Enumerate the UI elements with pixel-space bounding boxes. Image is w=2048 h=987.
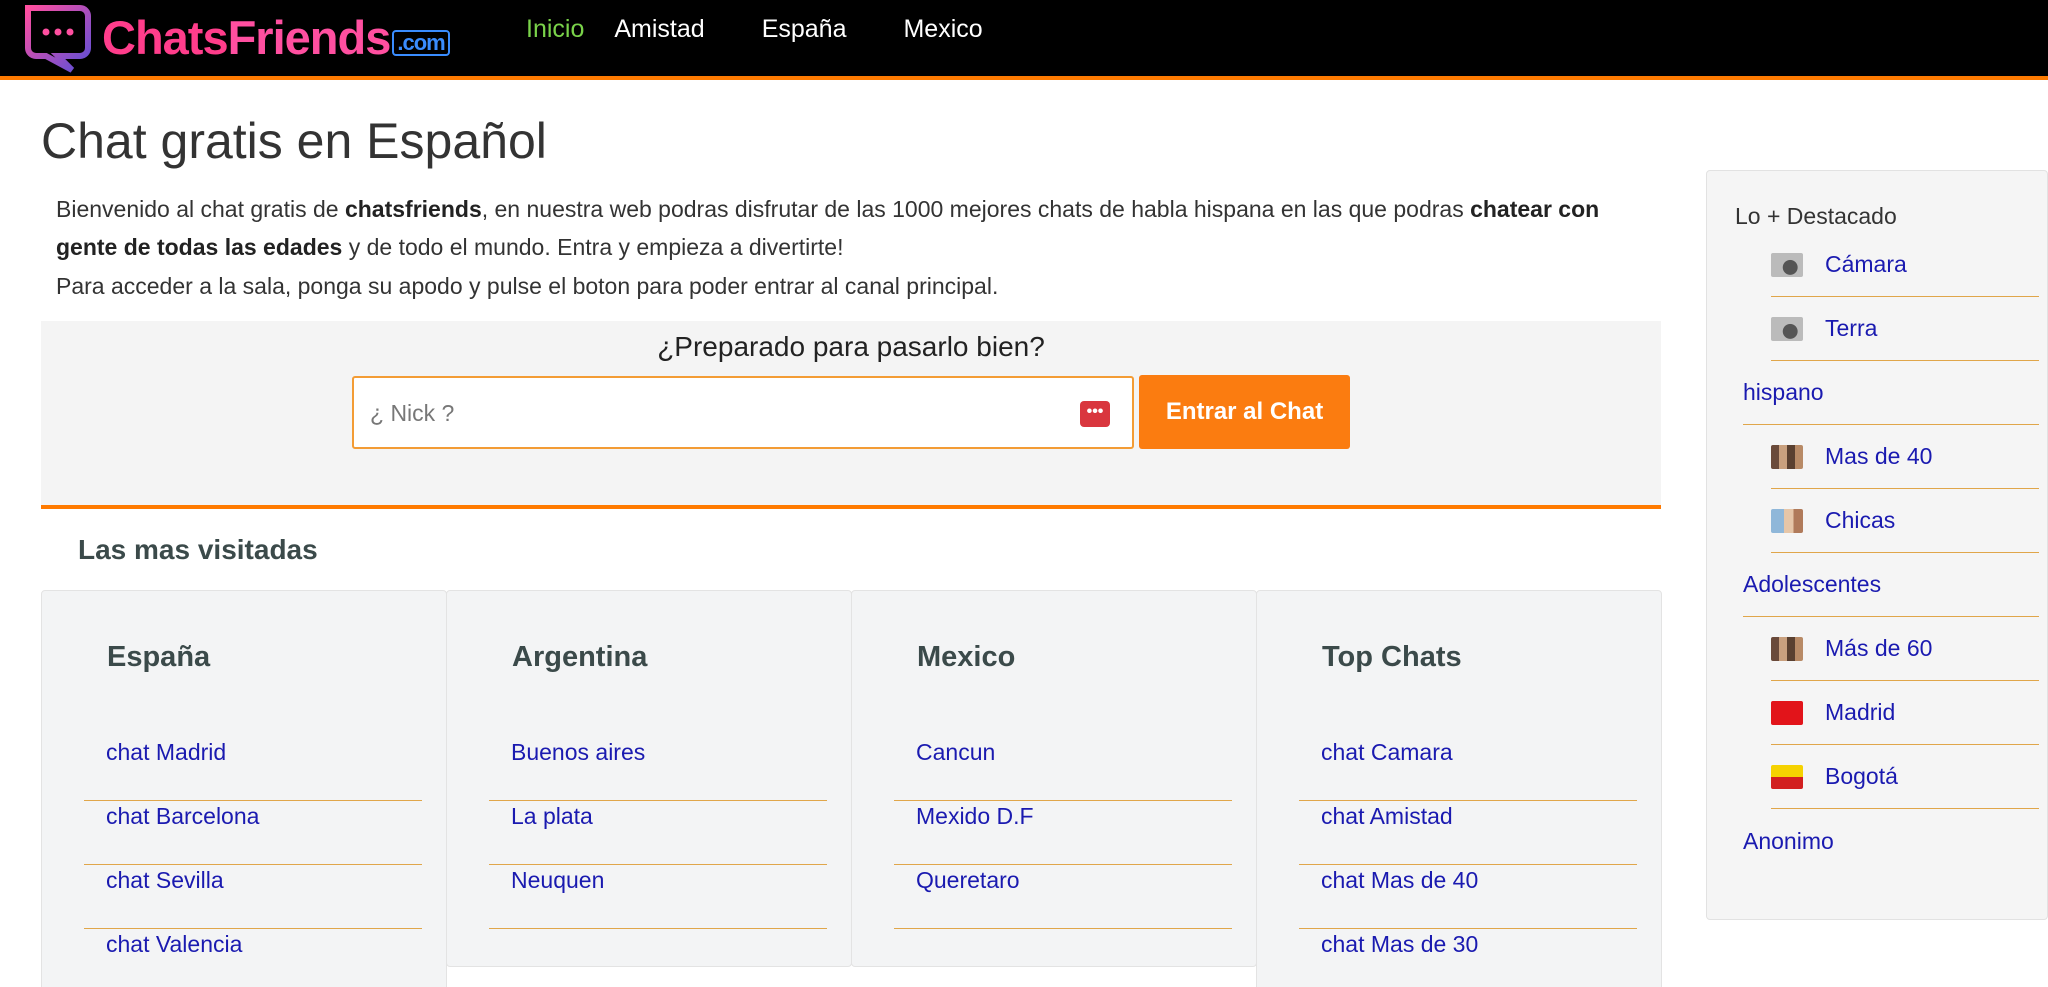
most-visited-title: Las mas visitadas: [78, 534, 318, 565]
chat-link[interactable]: La plata: [489, 801, 827, 831]
list-item: chat Sevilla: [84, 865, 422, 929]
chat-login-title: ¿Preparado para pasarlo bien?: [657, 331, 1045, 362]
chat-link[interactable]: chat Mas de 30: [1299, 929, 1637, 959]
people-icon: [1771, 444, 1803, 469]
chat-login-box: ¿Preparado para pasarlo bien? ¿ Nick ? •…: [41, 321, 1661, 509]
sidebar-item-mas-de-60: Más de 60: [1771, 617, 2039, 681]
intro-bold-1: chatsfriends: [344, 196, 482, 222]
sidebar-item-anonimo: Anonimo: [1743, 809, 2039, 873]
sidebar-item-label: Chicas: [1825, 507, 1896, 533]
sidebar-link[interactable]: Bogotá: [1771, 763, 1898, 790]
sidebar-item-label: Mas de 40: [1825, 443, 1933, 469]
card-argentina: Argentina Buenos aires La plata Neuquen: [446, 590, 852, 967]
girls-icon: [1771, 508, 1803, 533]
most-visited-cards: España chat Madrid chat Barcelona chat S…: [41, 590, 1662, 987]
list-item: chat Barcelona: [84, 801, 422, 865]
sidebar-link[interactable]: Más de 60: [1771, 635, 1932, 662]
chat-link[interactable]: Mexido D.F: [894, 801, 1232, 831]
card-mexico: Mexico Cancun Mexido D.F Queretaro: [851, 590, 1257, 967]
list-item: chat Amistad: [1299, 801, 1637, 865]
page-title: Chat gratis en Español: [41, 113, 547, 169]
sidebar-item-label: Madrid: [1825, 699, 1896, 725]
sidebar-item-bogota: Bogotá: [1771, 745, 2039, 809]
chat-link[interactable]: chat Madrid: [84, 737, 422, 767]
sidebar-item-label: Cámara: [1825, 251, 1907, 277]
password-manager-icon[interactable]: •••: [1080, 401, 1110, 427]
sidebar-item-camara: Cámara: [1771, 233, 2039, 297]
chat-link[interactable]: chat Amistad: [1299, 801, 1637, 831]
chat-link[interactable]: chat Camara: [1299, 737, 1637, 767]
chat-link[interactable]: Neuquen: [489, 865, 827, 895]
nav-amistad[interactable]: Amistad: [614, 14, 704, 44]
card-title: Mexico: [917, 641, 1016, 673]
sidebar-link[interactable]: Adolescentes: [1743, 571, 1881, 598]
list-item: chat Camara: [1299, 737, 1637, 801]
sidebar-item-label: Bogotá: [1825, 763, 1898, 789]
sidebar-link[interactable]: Madrid: [1771, 699, 1895, 726]
logo-domain: .com: [392, 29, 450, 56]
logo-text-chats: Chats: [102, 10, 229, 64]
top-navbar: ChatsFriends .com Inicio Amistad España M…: [0, 0, 2048, 80]
bogota-flag-icon: [1771, 764, 1803, 789]
nav-espana[interactable]: España: [762, 14, 847, 44]
sidebar-item-adolescentes: Adolescentes: [1743, 553, 2039, 617]
sidebar-item-label: Más de 60: [1825, 635, 1933, 661]
list-item: Buenos aires: [489, 737, 827, 801]
list-item: Queretaro: [894, 865, 1232, 929]
main-nav: Inicio Amistad España Mexico: [526, 14, 983, 44]
card-title: España: [107, 641, 211, 673]
list-item: La plata: [489, 801, 827, 865]
logo-text-friends: Friends: [227, 10, 392, 64]
intro-text-1: Bienvenido al chat gratis de: [56, 196, 345, 222]
webcam-icon: [1771, 316, 1803, 341]
list-item: chat Madrid: [84, 737, 422, 801]
list-item: chat Mas de 30: [1299, 929, 1637, 987]
nav-mexico[interactable]: Mexico: [903, 14, 982, 44]
list-item: chat Mas de 40: [1299, 865, 1637, 929]
list-item: Cancun: [894, 737, 1232, 801]
sidebar-link[interactable]: Chicas: [1771, 507, 1895, 534]
chat-link[interactable]: chat Sevilla: [84, 865, 422, 895]
madrid-flag-icon: [1771, 700, 1803, 725]
chat-bubble-icon: [18, 0, 100, 74]
sidebar-link[interactable]: Terra: [1771, 315, 1877, 342]
featured-sidebar: Lo + Destacado Cámara Terra hispano Mas …: [1706, 170, 2048, 920]
chat-link[interactable]: chat Barcelona: [84, 801, 422, 831]
intro-instructions: Para acceder a la sala, ponga su apodo y…: [56, 273, 999, 299]
card-espana: España chat Madrid chat Barcelona chat S…: [41, 590, 447, 987]
site-logo[interactable]: ChatsFriends .com: [18, 0, 450, 74]
sidebar-link[interactable]: hispano: [1743, 379, 1824, 406]
sidebar-link[interactable]: Cámara: [1771, 251, 1907, 278]
sidebar-item-hispano: hispano: [1743, 361, 2039, 425]
card-top-chats: Top Chats chat Camara chat Amistad chat …: [1256, 590, 1662, 987]
chat-link[interactable]: chat Valencia: [84, 929, 422, 959]
card-title: Argentina: [512, 641, 648, 673]
sidebar-item-label: Terra: [1825, 315, 1878, 341]
list-item: Neuquen: [489, 865, 827, 929]
intro-text-3: y de todo el mundo. Entra y empieza a di…: [342, 234, 844, 260]
chat-link[interactable]: Cancun: [894, 737, 1232, 767]
people-icon: [1771, 636, 1803, 661]
logo-wordmark: ChatsFriends .com: [102, 14, 450, 61]
sidebar-link[interactable]: Anonimo: [1743, 828, 1834, 855]
chat-link[interactable]: Queretaro: [894, 865, 1232, 895]
intro-paragraph: Bienvenido al chat gratis de chatsfriend…: [56, 190, 1616, 266]
intro-text-2: , en nuestra web podras disfrutar de las…: [481, 196, 1471, 222]
sidebar-item-madrid: Madrid: [1771, 681, 2039, 745]
chat-link[interactable]: chat Mas de 40: [1299, 865, 1637, 895]
nav-inicio[interactable]: Inicio: [526, 14, 584, 44]
enter-chat-button[interactable]: Entrar al Chat: [1139, 375, 1350, 449]
sidebar-link[interactable]: Mas de 40: [1771, 443, 1932, 470]
card-title: Top Chats: [1322, 641, 1462, 673]
sidebar-item-mas-de-40: Mas de 40: [1771, 425, 2039, 489]
list-item: Mexido D.F: [894, 801, 1232, 865]
sidebar-item-terra: Terra: [1771, 297, 2039, 361]
list-item: chat Valencia: [84, 929, 422, 987]
webcam-icon: [1771, 252, 1803, 277]
chat-link[interactable]: Buenos aires: [489, 737, 827, 767]
sidebar-item-chicas: Chicas: [1771, 489, 2039, 553]
sidebar-title: Lo + Destacado: [1735, 203, 1897, 229]
nick-placeholder: ¿ Nick ?: [370, 400, 455, 426]
nick-input[interactable]: ¿ Nick ? •••: [352, 376, 1134, 449]
